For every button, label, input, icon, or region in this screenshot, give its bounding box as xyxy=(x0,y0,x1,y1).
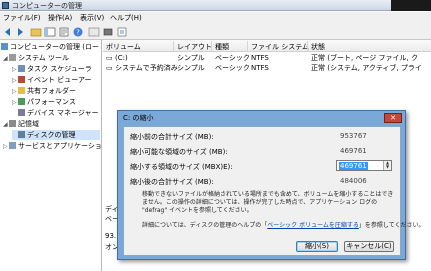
menu-file[interactable]: ファイル(F) xyxy=(3,13,41,23)
toolbar: ? xyxy=(0,24,431,40)
shrink-amount-input[interactable]: 469761 ▲ ▼ xyxy=(336,160,392,171)
shrink-dialog: C: の縮小 ✕ 縮小前の合計サイズ (MB): 953767 縮小可能な領域の… xyxy=(117,110,425,260)
help-reference: 詳細については、ディスクの管理のヘルプの「ベーシック ボリュームを圧縮する」を参… xyxy=(142,222,425,229)
tree-item-storage[interactable]: ◢ 記憶域 xyxy=(3,119,39,129)
console-tree-icon[interactable] xyxy=(44,26,56,38)
tree-item-task-scheduler[interactable]: ▷ タスク スケジューラ xyxy=(12,64,92,74)
tools-icon xyxy=(9,54,16,61)
menu-view[interactable]: 表示(V) xyxy=(80,13,104,23)
menu-action[interactable]: 操作(A) xyxy=(48,13,72,23)
export-list-icon[interactable] xyxy=(116,26,128,38)
window-title: コンピューターの管理 xyxy=(12,2,82,10)
table-row[interactable]: ▭ システムで予約済み シンプル ベーシック NTFS 正常 (システム, アク… xyxy=(103,63,431,73)
properties-icon[interactable] xyxy=(58,26,70,38)
performance-icon xyxy=(18,98,25,105)
up-folder-icon[interactable] xyxy=(30,26,42,38)
table-row[interactable]: ▭ (C:) シンプル ベーシック NTFS 正常 (ブート, ページ ファイル… xyxy=(103,53,431,63)
total-size-value: 953767 xyxy=(340,132,367,140)
tree-root[interactable]: コンピューターの管理 (ロー xyxy=(1,42,99,52)
clock-icon xyxy=(18,65,25,72)
forward-icon[interactable] xyxy=(14,26,26,38)
total-after-value: 484006 xyxy=(340,177,367,185)
spinner-arrows[interactable]: ▲ ▼ xyxy=(383,161,391,170)
shrink-amount-label: 縮小する領域のサイズ (MBX)E): xyxy=(130,163,233,171)
computer-management-icon xyxy=(1,43,8,50)
storage-icon xyxy=(9,120,16,127)
help-icon[interactable]: ? xyxy=(72,26,84,38)
spin-down-icon[interactable]: ▼ xyxy=(384,165,391,169)
refresh-icon[interactable] xyxy=(88,26,100,38)
tree-item-performance[interactable]: ▷ パフォーマンス xyxy=(12,97,76,107)
tree-item-event-viewer[interactable]: ▷ イベント ビューアー xyxy=(12,75,92,85)
col-status[interactable]: 状態 xyxy=(311,42,325,52)
col-type[interactable]: 種類 xyxy=(215,42,229,52)
back-icon[interactable] xyxy=(2,26,14,38)
tree-item-system-tools[interactable]: ◢ システム ツール xyxy=(3,53,69,63)
title-bar: コンピューターの管理 xyxy=(0,0,431,11)
tree-item-device-manager[interactable]: デバイス マネージャー xyxy=(18,108,99,118)
dialog-close-button[interactable]: ✕ xyxy=(384,113,402,123)
column-header: ボリューム レイアウト 種類 ファイル システム 状態 xyxy=(103,40,431,52)
shrink-amount-value[interactable]: 469761 xyxy=(339,162,368,170)
tree-item-disk-management[interactable]: ディスクの管理 xyxy=(12,130,100,140)
services-icon xyxy=(9,142,16,149)
col-volume[interactable]: ボリューム xyxy=(106,42,141,52)
cancel-button[interactable]: キャンセル(C) xyxy=(344,241,394,252)
shrink-button[interactable]: 縮小(S) xyxy=(296,241,338,252)
total-after-label: 縮小後の合計サイズ (MB): xyxy=(130,178,214,186)
event-viewer-icon xyxy=(18,76,25,83)
col-filesystem[interactable]: ファイル システム xyxy=(251,42,309,52)
device-manager-icon xyxy=(18,109,25,116)
tree-item-services[interactable]: ▷ サービスとアプリケーショ xyxy=(3,141,101,151)
menu-bar: ファイル(F) 操作(A) 表示(V) ヘルプ(H) xyxy=(0,12,431,24)
disk-management-icon xyxy=(18,131,25,138)
disk-icon[interactable] xyxy=(102,26,114,38)
available-size-value: 469761 xyxy=(340,147,367,155)
svg-text:?: ? xyxy=(76,29,80,37)
help-link[interactable]: ベーシック ボリュームを圧縮する xyxy=(267,222,359,229)
total-size-label: 縮小前の合計サイズ (MB): xyxy=(130,133,214,141)
close-window-button[interactable] xyxy=(391,0,431,11)
dialog-body: 縮小前の合計サイズ (MB): 953767 縮小可能な領域のサイズ (MB):… xyxy=(123,126,425,256)
available-size-label: 縮小可能な領域のサイズ (MB): xyxy=(130,148,228,156)
shared-folder-icon xyxy=(18,87,25,94)
shrink-note: 移動できないファイルが格納されている場所までも含めて、ボリュームを縮小することは… xyxy=(142,191,394,214)
dialog-title: C: の縮小 xyxy=(123,114,154,122)
col-layout[interactable]: レイアウト xyxy=(177,42,212,52)
volume-icon: ▭ xyxy=(106,64,113,72)
console-tree: コンピューターの管理 (ロー ◢ システム ツール ▷ タスク スケジューラ ▷ イベ… xyxy=(0,40,102,271)
menu-help[interactable]: ヘルプ(H) xyxy=(110,13,142,23)
tree-item-shared-folders[interactable]: ▷ 共有フォルダー xyxy=(12,86,76,96)
app-icon xyxy=(2,2,9,9)
volume-icon: ▭ xyxy=(106,54,113,62)
